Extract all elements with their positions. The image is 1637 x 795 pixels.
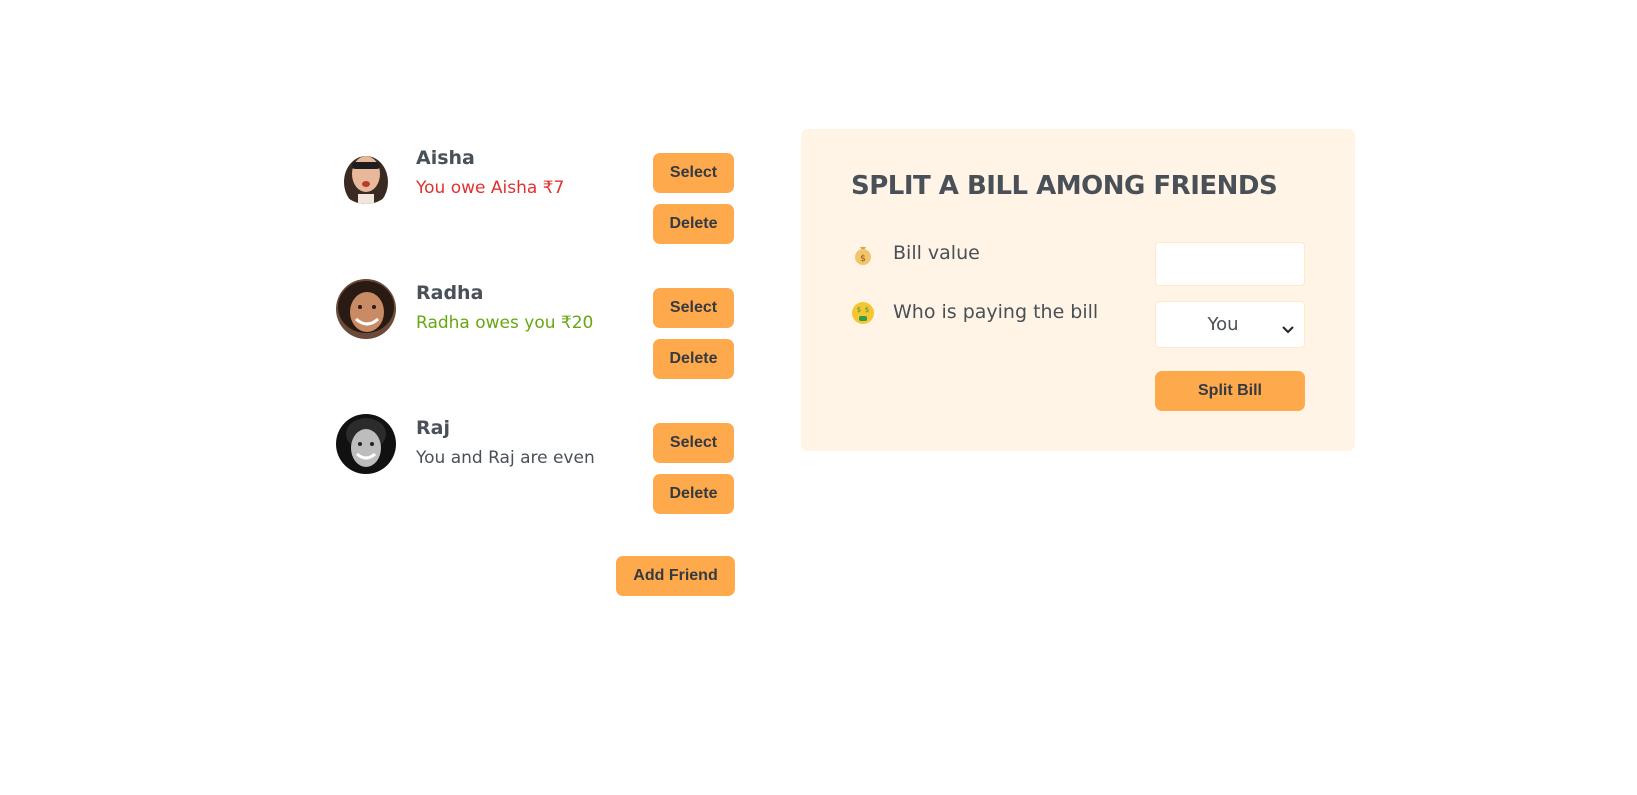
app: Aisha You owe Aisha ₹7 Select Delete Rad… xyxy=(0,0,1637,795)
payer-label: Who is paying the bill xyxy=(893,301,1099,323)
friend-item: Raj You and Raj are even Select Delete xyxy=(336,410,734,545)
avatar xyxy=(336,414,396,474)
split-bill-form: SPLIT A BILL AMONG FRIENDS $ Bill value … xyxy=(801,129,1355,451)
avatar xyxy=(336,279,396,339)
delete-button[interactable]: Delete xyxy=(653,339,734,379)
split-bill-button[interactable]: Split Bill xyxy=(1155,371,1305,411)
money-mouth-face-icon: $ $ xyxy=(851,301,875,325)
payer-select[interactable]: You xyxy=(1155,301,1305,348)
delete-button[interactable]: Delete xyxy=(653,474,734,514)
friend-name: Aisha xyxy=(416,147,475,169)
delete-button[interactable]: Delete xyxy=(653,204,734,244)
avatar xyxy=(336,144,396,204)
svg-text:$: $ xyxy=(857,306,861,314)
form-title: SPLIT A BILL AMONG FRIENDS xyxy=(851,171,1278,201)
friend-balance: Radha owes you ₹20 xyxy=(416,313,594,333)
add-friend-button[interactable]: Add Friend xyxy=(616,556,735,596)
friend-name: Radha xyxy=(416,282,484,304)
select-button[interactable]: Select xyxy=(653,288,734,328)
payer-selected-value: You xyxy=(1207,314,1239,335)
friend-balance: You and Raj are even xyxy=(416,448,595,468)
friend-item: Aisha You owe Aisha ₹7 Select Delete xyxy=(336,140,734,275)
money-bag-icon: $ xyxy=(851,242,875,266)
select-button[interactable]: Select xyxy=(653,423,734,463)
svg-text:$: $ xyxy=(860,254,866,264)
friend-item: Radha Radha owes you ₹20 Select Delete xyxy=(336,275,734,410)
bill-value-input[interactable] xyxy=(1155,242,1305,286)
svg-text:$: $ xyxy=(865,306,869,314)
select-button[interactable]: Select xyxy=(653,153,734,193)
friends-list: Aisha You owe Aisha ₹7 Select Delete Rad… xyxy=(336,140,734,545)
bill-value-label: Bill value xyxy=(893,242,980,264)
friend-name: Raj xyxy=(416,417,450,439)
chevron-down-icon xyxy=(1282,319,1294,338)
friend-balance: You owe Aisha ₹7 xyxy=(416,178,565,198)
